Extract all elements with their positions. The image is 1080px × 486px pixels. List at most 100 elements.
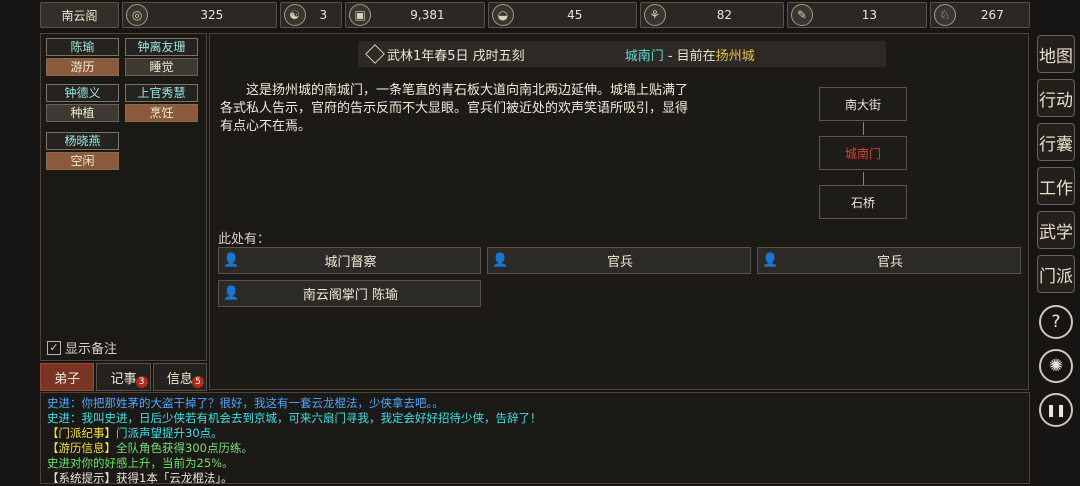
stat-scroll[interactable]: ✎ 13 bbox=[787, 2, 927, 28]
stat-yinyang[interactable]: ☯ 3 bbox=[279, 2, 343, 28]
action-button[interactable]: 行动 bbox=[1037, 79, 1075, 117]
log-text: 全队角色获得300点历练。 bbox=[116, 441, 253, 455]
log-line: 【游历信息】全队角色获得300点历练。 bbox=[47, 441, 1023, 456]
npc-button[interactable]: 👤 南云阁掌门 陈瑜 bbox=[218, 280, 481, 307]
stat-value: 267 bbox=[980, 8, 1004, 22]
show-memo-toggle[interactable]: ✓ 显示备注 bbox=[47, 338, 117, 357]
disciple-card[interactable]: 上官秀慧 烹饪 bbox=[125, 84, 198, 124]
disciple-name: 钟离友珊 bbox=[125, 38, 198, 56]
disciple-status: 种植 bbox=[46, 104, 119, 122]
disciple-card[interactable]: 钟离友珊 睡觉 bbox=[125, 38, 198, 78]
work-button[interactable]: 工作 bbox=[1037, 167, 1075, 205]
npc-button[interactable]: 👤 官兵 bbox=[487, 247, 751, 274]
game-screen: 南云阁 ◎ 325 ☯ 3 ▣ 9,381 ◒ 45 ⚘ 82 ✎ 13 ♘ 267 陈瑜 游… bbox=[0, 0, 1080, 486]
money-icon: ▣ bbox=[349, 4, 372, 26]
location-name: 城南门 bbox=[624, 48, 664, 64]
stat-value: 13 bbox=[861, 8, 878, 22]
sect-name: 南云阁 bbox=[61, 8, 98, 23]
log-line: 【系统提示】获得1本「云龙棍法」。 bbox=[47, 471, 233, 485]
tab-label: 弟子 bbox=[54, 371, 81, 387]
npc-name: 官兵 bbox=[876, 255, 903, 270]
stat-herb[interactable]: ⚘ 82 bbox=[639, 2, 785, 28]
game-time: 武林1年春5日 戌时五刻 bbox=[365, 44, 525, 64]
person-icon: 👤 bbox=[223, 253, 240, 268]
tab-disciples[interactable]: 弟子 bbox=[40, 363, 95, 391]
martial-arts-button[interactable]: 武学 bbox=[1037, 211, 1075, 249]
person-icon: 👤 bbox=[762, 253, 779, 268]
disciple-status: 空闲 bbox=[46, 152, 119, 170]
log-line: 史进：我叫史进，日后少侠若有机会去到京城，可来六扇门寻我，我定会好好招待少侠，告… bbox=[47, 411, 542, 425]
npc-name: 城门督察 bbox=[324, 255, 377, 270]
scene-description: 这是扬州城的南城门，一条笔直的青石板大道向南北两边延伸。城墙上贴满了各式私人告示… bbox=[220, 83, 689, 134]
checkbox-check-icon[interactable]: ✓ bbox=[47, 340, 61, 355]
scene-panel: 武林1年春5日 戌时五刻 城南门 - 目前在扬州城 这是扬州城的南城门，一条笔直… bbox=[209, 33, 1029, 390]
message-log[interactable]: 史进：你把那姓茅的大盗干掉了？很好，我这有一套云龙棍法，少侠拿去吧。。 史进：我… bbox=[40, 392, 1030, 485]
settings-gear-icon[interactable]: ✺ bbox=[1039, 349, 1073, 383]
log-prefix: 【门派纪事】 bbox=[47, 426, 116, 440]
sect-button[interactable]: 门派 bbox=[1037, 255, 1075, 293]
disciple-status: 睡觉 bbox=[125, 58, 198, 76]
map-exit-south[interactable]: 石桥 bbox=[819, 185, 907, 219]
log-text: 门派声望提升30点。 bbox=[116, 426, 223, 440]
log-prefix: 【游历信息】 bbox=[47, 441, 116, 455]
stat-value: 325 bbox=[200, 8, 224, 22]
disciple-status: 烹饪 bbox=[125, 104, 198, 122]
food-bowl-icon: ◒ bbox=[491, 4, 514, 26]
sect-name-button[interactable]: 南云阁 bbox=[40, 2, 120, 28]
disciple-name: 陈瑜 bbox=[46, 38, 119, 56]
inventory-button[interactable]: 行囊 bbox=[1037, 123, 1075, 161]
map-exit-north[interactable]: 南大街 bbox=[819, 87, 907, 121]
coin-icon: ◎ bbox=[126, 4, 149, 26]
disciple-panel: 陈瑜 游历 钟离友珊 睡觉 钟德义 种植 上官秀慧 烹饪 杨晓燕 空闲 ✓ 显示… bbox=[40, 33, 207, 361]
npc-button[interactable]: 👤 官兵 bbox=[757, 247, 1021, 274]
stat-value: 9,381 bbox=[410, 8, 445, 22]
panel-tabs: 弟子 记事 3 信息 5 bbox=[40, 363, 207, 391]
disciple-card[interactable]: 陈瑜 游历 bbox=[46, 38, 119, 78]
location-separator: - 目前在 bbox=[663, 48, 716, 64]
tab-messages[interactable]: 信息 5 bbox=[152, 363, 207, 391]
log-line: 【门派纪事】门派声望提升30点。 bbox=[47, 426, 1023, 441]
disciple-card[interactable]: 钟德义 种植 bbox=[46, 84, 119, 124]
disciple-name: 杨晓燕 bbox=[46, 132, 119, 150]
here-label: 此处有： bbox=[218, 232, 271, 247]
stat-value: 45 bbox=[567, 8, 583, 22]
person-icon: 👤 bbox=[223, 286, 240, 301]
log-line: 史进：你把那姓茅的大盗干掉了？很好，我这有一套云龙棍法，少侠拿去吧。。 bbox=[47, 396, 444, 410]
log-line: 史进对你的好感上升，当前为25%。 bbox=[47, 456, 234, 470]
disciple-name: 上官秀慧 bbox=[125, 84, 198, 102]
person-icon: 👤 bbox=[492, 253, 509, 268]
herb-icon: ⚘ bbox=[643, 4, 666, 26]
right-menu: 地图 行动 行囊 工作 武学 门派 ? ✺ ❚❚ bbox=[1032, 33, 1078, 427]
npc-name: 南云阁掌门 陈瑜 bbox=[302, 288, 399, 303]
map-connector bbox=[863, 172, 864, 185]
disciple-card[interactable]: 杨晓燕 空闲 bbox=[46, 132, 119, 172]
stat-value: 3 bbox=[319, 8, 328, 22]
resource-bar: 南云阁 ◎ 325 ☯ 3 ▣ 9,381 ◒ 45 ⚘ 82 ✎ 13 ♘ 267 bbox=[40, 2, 1030, 30]
stat-food[interactable]: ◒ 45 bbox=[487, 2, 637, 28]
stat-value: 82 bbox=[716, 8, 733, 22]
tab-journal[interactable]: 记事 3 bbox=[96, 363, 151, 391]
map-button[interactable]: 地图 bbox=[1037, 35, 1075, 73]
map-current-location: 城南门 bbox=[819, 136, 907, 170]
stat-horse[interactable]: ♘ 267 bbox=[929, 2, 1030, 28]
disciple-status: 游历 bbox=[46, 58, 119, 76]
horse-icon: ♘ bbox=[933, 4, 956, 26]
notification-badge: 3 bbox=[135, 376, 148, 388]
tab-label: 记事 bbox=[110, 371, 137, 387]
city-name: 扬州城 bbox=[715, 48, 755, 64]
notification-badge: 5 bbox=[191, 376, 204, 388]
pause-icon[interactable]: ❚❚ bbox=[1039, 393, 1073, 427]
scroll-icon: ✎ bbox=[791, 4, 814, 26]
yinyang-icon: ☯ bbox=[283, 4, 306, 26]
tab-label: 信息 bbox=[166, 371, 193, 387]
calendar-icon bbox=[365, 44, 385, 64]
game-time-text: 武林1年春5日 戌时五刻 bbox=[387, 48, 525, 64]
map-connector bbox=[863, 122, 864, 135]
disciple-name: 钟德义 bbox=[46, 84, 119, 102]
scene-header: 武林1年春5日 戌时五刻 城南门 - 目前在扬州城 bbox=[358, 41, 886, 67]
stat-money[interactable]: ▣ 9,381 bbox=[345, 2, 485, 28]
help-icon[interactable]: ? bbox=[1039, 305, 1073, 339]
npc-button[interactable]: 👤 城门督察 bbox=[218, 247, 481, 274]
current-location: 城南门 - 目前在扬州城 bbox=[625, 45, 755, 64]
stat-coin[interactable]: ◎ 325 bbox=[122, 2, 277, 28]
